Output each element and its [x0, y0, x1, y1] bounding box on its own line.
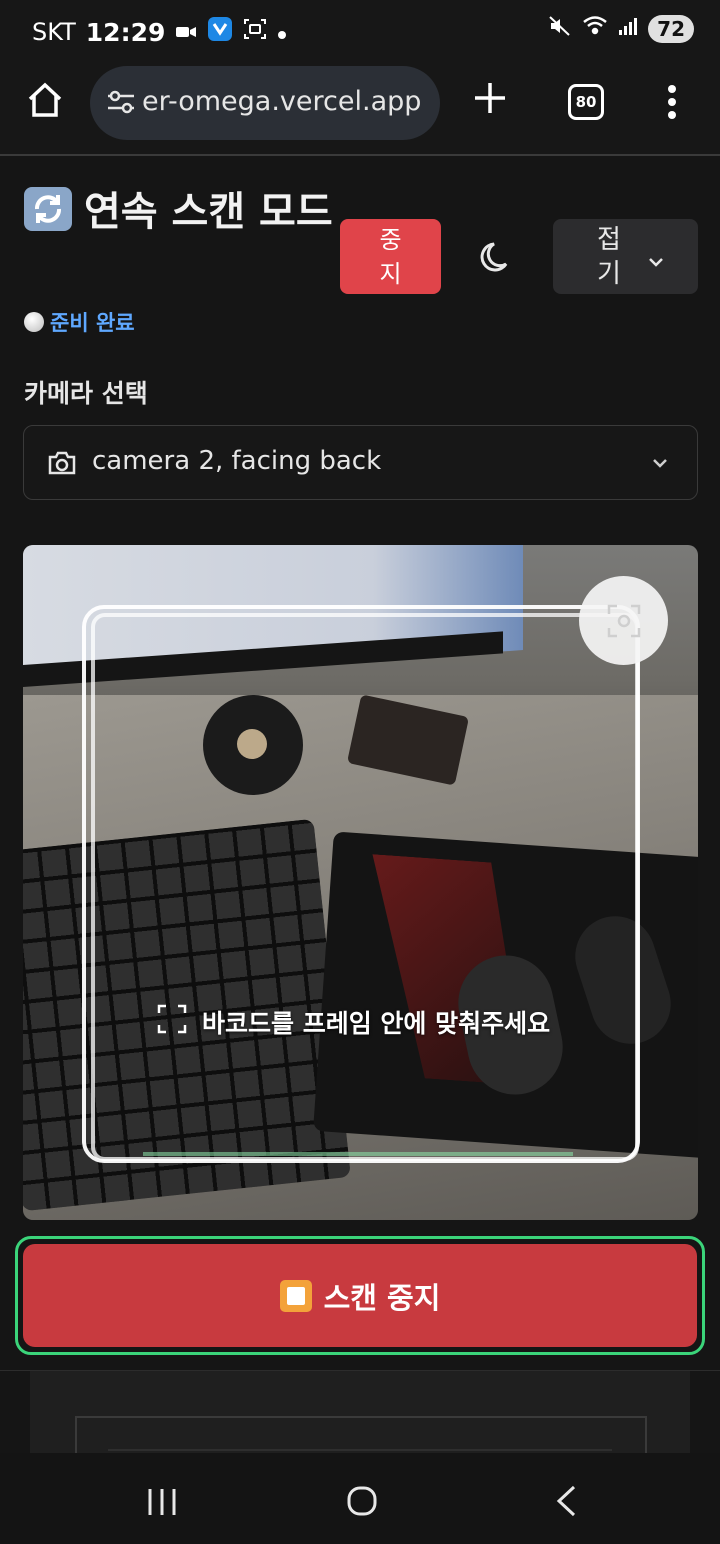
stop-button[interactable]: 중지 — [340, 219, 441, 294]
app-notification-icon — [207, 16, 233, 48]
status-indicator: 준비 완료 — [24, 307, 135, 337]
camera-flip-button[interactable] — [579, 576, 668, 665]
camera-select-label: 카메라 선택 — [24, 379, 148, 408]
status-bar-right: 72 — [548, 14, 694, 43]
chevron-down-icon — [651, 454, 669, 473]
scan-frame-inner — [91, 613, 639, 1161]
nav-home-icon[interactable] — [346, 1485, 378, 1521]
status-dot-icon — [24, 312, 44, 332]
stop-scan-button[interactable]: 스캔 중지 — [23, 1244, 697, 1347]
status-text: 준비 완료 — [50, 311, 135, 335]
tune-icon[interactable] — [106, 88, 136, 120]
page-title-text: 연속 스캔 모드 — [84, 189, 333, 235]
stop-icon — [279, 1279, 312, 1312]
camera-select[interactable]: camera 2, facing back — [23, 425, 698, 500]
collapse-button[interactable]: 접기 — [553, 219, 698, 294]
stop-button-label: 중지 — [379, 225, 402, 288]
new-tab-button[interactable] — [472, 80, 508, 120]
screenshot-icon — [243, 17, 267, 47]
status-bar-left: SKT 12:29 — [32, 16, 287, 48]
scan-hint: 바코드를 프레임 안에 맞춰주세요 — [156, 1003, 550, 1041]
url-text[interactable]: er-omega.vercel.app — [142, 86, 432, 117]
camera-preview: 바코드를 프레임 안에 맞춰주세요 — [23, 545, 698, 1220]
page-title: 연속 스캔 모드 — [24, 184, 334, 240]
video-icon — [175, 18, 197, 46]
signal-icon — [618, 16, 638, 41]
scan-line — [143, 1152, 573, 1156]
camera-select-value: camera 2, facing back — [92, 446, 382, 476]
back-icon[interactable] — [554, 1485, 578, 1521]
stop-scan-label: 스캔 중지 — [323, 1280, 441, 1315]
results-panel — [30, 1371, 690, 1478]
browser-toolbar: er-omega.vercel.app 80 — [0, 62, 720, 156]
plus-icon — [475, 83, 505, 113]
camera-icon — [47, 450, 77, 480]
refresh-icon — [24, 187, 72, 231]
home-icon — [28, 82, 62, 117]
recents-icon[interactable] — [146, 1487, 178, 1521]
notification-dot-icon — [277, 18, 287, 46]
scan-hint-text: 바코드를 프레임 안에 맞춰주세요 — [202, 1009, 551, 1038]
home-button[interactable] — [26, 82, 64, 122]
clock: 12:29 — [85, 17, 166, 47]
battery-indicator: 72 — [648, 14, 694, 43]
status-bar: SKT 12:29 72 — [0, 0, 720, 62]
collapse-label: 접기 — [597, 225, 621, 289]
more-icon[interactable] — [666, 84, 678, 124]
wifi-icon — [582, 15, 608, 42]
camera-flip-icon — [607, 604, 641, 638]
chevron-down-icon — [647, 245, 665, 275]
stop-scan-focus-ring: 스캔 중지 — [15, 1236, 705, 1355]
scan-corners-icon — [156, 1003, 188, 1041]
mute-icon — [548, 14, 572, 43]
system-nav-bar — [0, 1453, 720, 1544]
address-bar[interactable]: er-omega.vercel.app — [90, 66, 440, 140]
tabs-icon[interactable]: 80 — [568, 84, 604, 120]
moon-icon — [480, 242, 508, 272]
carrier: SKT — [32, 18, 76, 46]
theme-toggle[interactable] — [478, 240, 514, 280]
